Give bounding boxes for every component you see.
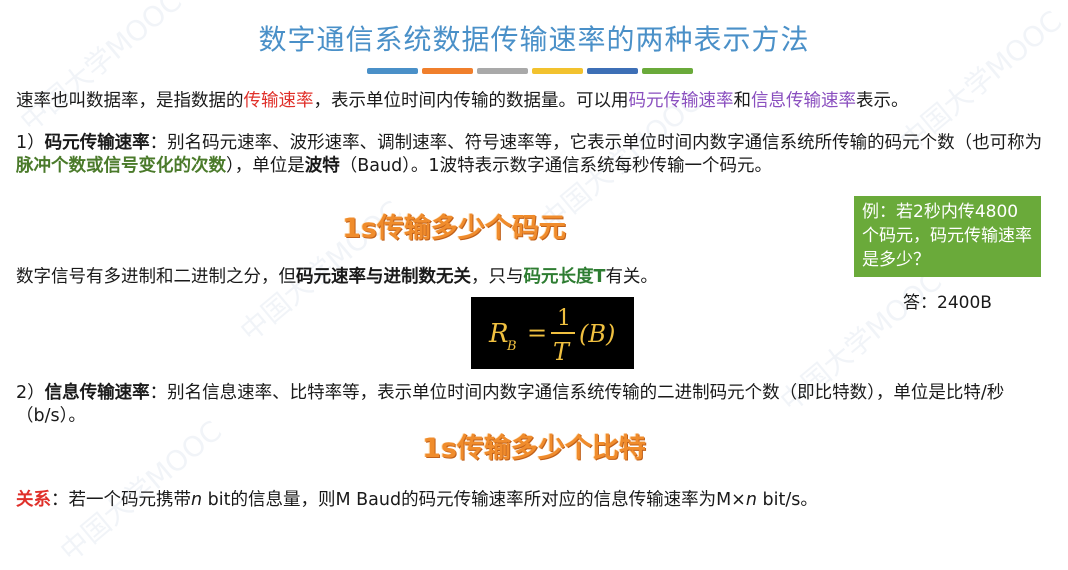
banner-symbols-per-second: 1s传输多少个码元 (342, 213, 566, 244)
highlight-transfer-rate: 传输速率 (243, 91, 314, 111)
digital-text: 数字信号有多进制和二进制之分，但 (16, 267, 296, 287)
formula-lhs: R (488, 319, 509, 349)
term-baud: 波特 (304, 156, 340, 176)
underline-segment (587, 68, 638, 74)
underline-segment (642, 68, 693, 74)
symbol-rate-text: ），单位是 (226, 156, 305, 176)
digital-signal-paragraph: 数字信号有多进制和二进制之分，但码元速率与进制数无关，只与码元长度T有关。 (16, 266, 856, 289)
formula-subscript: B (506, 339, 517, 354)
intro-text: 表示。 (856, 91, 909, 111)
intro-text: 和 (733, 91, 752, 111)
symbol-rate-paragraph: 1）码元传输速率：别名码元速率、波形速率、调制速率、符号速率等，它表示单位时间内… (16, 132, 1056, 178)
baud-rate-formula: R B = 1 T (B) (471, 297, 634, 369)
variable-n: n (745, 490, 757, 510)
relation-label: 关系 (16, 490, 51, 510)
intro-text: 速率也叫数据率，是指数据的 (16, 91, 244, 111)
banner-bits-per-second: 1s传输多少个比特 (422, 433, 646, 464)
info-rate-paragraph: 2）信息传输速率：别名信息速率、比特率等，表示单位时间内数字通信系统传输的二进制… (16, 382, 1061, 428)
digital-text: 有关。 (605, 267, 658, 287)
relation-text: ：若一个码元携带 (51, 490, 191, 510)
underline-segment (477, 68, 528, 74)
item-number: 1） (16, 133, 45, 153)
highlight-pulse-count: 脉冲个数或信号变化的次数 (16, 156, 226, 176)
relation-text: bit的信息量，则M Baud的码元传输速率所对应的信息传输速率为M× (202, 490, 746, 510)
page-title: 数字通信系统数据传输速率的两种表示方法 (258, 23, 810, 56)
info-rate-text: ：别名信息速率、比特率等，表示单位时间内数字通信系统传输的二进制码元个数（即比特… (16, 383, 1005, 426)
highlight-symbol-rate: 码元传输速率 (628, 91, 734, 111)
formula-equals: = (527, 319, 547, 347)
highlight-independent: 码元速率与进制数无关 (296, 267, 471, 287)
title-underline (367, 68, 693, 74)
symbol-rate-text: （Baud）。1波特表示数字通信系统每秒传输一个码元。 (339, 156, 773, 176)
example-answer: 答：2400B (903, 293, 992, 313)
term-symbol-rate: 码元传输速率 (44, 133, 150, 153)
variable-n: n (191, 490, 203, 510)
formula-numerator: 1 (557, 306, 571, 331)
relation-paragraph: 关系：若一个码元携带n bit的信息量，则M Baud的码元传输速率所对应的信息… (16, 489, 1061, 512)
highlight-info-rate: 信息传输速率 (751, 91, 856, 111)
formula-unit: (B) (579, 320, 615, 348)
term-info-rate: 信息传输速率 (44, 383, 150, 403)
relation-text: bit/s。 (756, 490, 818, 510)
highlight-symbol-length: 码元长度T (523, 267, 606, 287)
underline-segment (422, 68, 473, 74)
item-number: 2） (16, 383, 45, 403)
underline-segment (532, 68, 583, 74)
formula-denominator: T (553, 338, 571, 366)
digital-text: ，只与 (471, 267, 524, 287)
symbol-rate-text: ：别名码元速率、波形速率、调制速率、符号速率等，它表示单位时间内数字通信系统所传… (149, 133, 1043, 153)
intro-paragraph: 速率也叫数据率，是指数据的传输速率，表示单位时间内传输的数据量。可以用码元传输速… (16, 90, 1066, 113)
intro-text: ，表示单位时间内传输的数据量。可以用 (313, 91, 629, 111)
example-callout: 例：若2秒内传4800个码元，码元传输速率是多少？ (854, 196, 1041, 277)
underline-segment (367, 68, 418, 74)
